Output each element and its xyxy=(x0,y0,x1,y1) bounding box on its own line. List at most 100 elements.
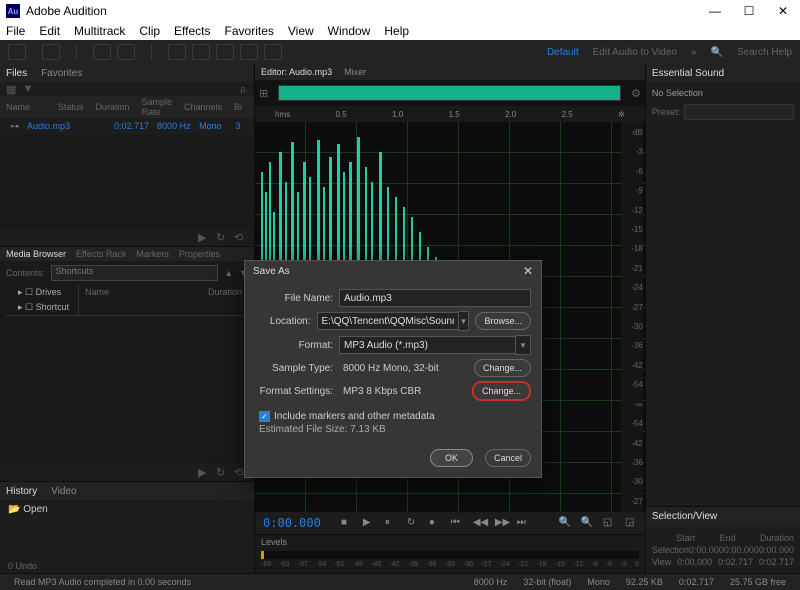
stop-button[interactable]: ■ xyxy=(341,517,353,529)
include-markers-checkbox[interactable]: ✓ xyxy=(259,411,270,422)
status-bitdepth: 32-bit (float) xyxy=(515,577,579,587)
workspace-default[interactable]: Default xyxy=(547,47,579,58)
col-duration[interactable]: Duration xyxy=(89,102,135,112)
files-toolbar-icon[interactable]: ▦ xyxy=(6,83,16,96)
drives-item[interactable]: ▸ ☐ Drives xyxy=(6,285,78,300)
contents-label: Contents: xyxy=(6,268,45,278)
app-title: Adobe Audition xyxy=(26,4,107,18)
chevron-down-icon[interactable]: ▼ xyxy=(458,311,470,331)
tab-properties[interactable]: Properties xyxy=(179,249,220,259)
right-column: Essential Sound No Selection Preset: Sel… xyxy=(645,64,800,573)
options-icon[interactable]: ⚙ xyxy=(627,87,645,100)
workspace-video[interactable]: Edit Audio to Video xyxy=(593,47,677,58)
menu-file[interactable]: File xyxy=(6,24,25,38)
location-input[interactable] xyxy=(317,312,459,330)
settings-icon[interactable]: ✲ xyxy=(618,110,625,119)
skip-fwd-button[interactable]: ⏭ xyxy=(517,517,529,529)
forward-button[interactable]: ▶▶ xyxy=(495,517,507,529)
menu-favorites[interactable]: Favorites xyxy=(225,24,274,38)
col-name[interactable]: Name xyxy=(0,102,52,112)
play-button[interactable]: ▶ xyxy=(363,517,375,529)
menu-window[interactable]: Window xyxy=(328,24,371,38)
loop-icon[interactable]: ↻ xyxy=(216,231,228,243)
zoom-tool-icon[interactable]: ◲ xyxy=(625,517,637,529)
col-samplerate[interactable]: Sample Rate xyxy=(135,97,178,117)
tab-markers[interactable]: Markers xyxy=(136,249,169,259)
menu-effects[interactable]: Effects xyxy=(174,24,210,38)
zoom-out-icon[interactable]: 🔍 xyxy=(581,517,593,529)
tool-icon[interactable] xyxy=(216,44,234,60)
tab-favorites[interactable]: Favorites xyxy=(41,68,82,79)
menu-help[interactable]: Help xyxy=(384,24,409,38)
up-icon[interactable]: ▲ xyxy=(224,268,233,278)
file-row[interactable]: ⊶ Audio.mp3 0:02.717 8000 Hz Mono 3 xyxy=(0,118,254,134)
chevron-down-icon[interactable]: ▼ xyxy=(515,335,531,355)
format-label: Format: xyxy=(255,340,339,351)
workspace-more-icon[interactable]: » xyxy=(691,47,697,58)
zoom-in-icon[interactable]: 🔍 xyxy=(559,517,571,529)
search-icon[interactable]: 🔍 xyxy=(711,47,723,58)
col-bitdepth[interactable]: Bi xyxy=(228,102,248,112)
cancel-button[interactable]: Cancel xyxy=(485,449,531,467)
tab-files[interactable]: Files xyxy=(6,68,27,79)
minimize-button[interactable]: — xyxy=(698,0,732,22)
rewind-button[interactable]: ◀◀ xyxy=(473,517,485,529)
play-icon[interactable]: ▶ xyxy=(198,466,210,478)
tab-mixer[interactable]: Mixer xyxy=(344,67,366,77)
tab-history[interactable]: History xyxy=(6,486,37,497)
tab-video[interactable]: Video xyxy=(51,486,76,497)
format-dropdown[interactable] xyxy=(339,336,516,354)
zoom-tool-icon[interactable]: ◱ xyxy=(603,517,615,529)
tab-effects-rack[interactable]: Effects Rack xyxy=(76,249,126,259)
auto-icon[interactable]: ⟲ xyxy=(234,231,246,243)
close-icon[interactable]: ✕ xyxy=(523,264,533,278)
tool-icon[interactable] xyxy=(168,44,186,60)
files-toolbar-icon[interactable]: ▼ xyxy=(22,83,33,95)
pause-button[interactable]: ⏸ xyxy=(385,517,397,529)
shortcut-item[interactable]: ▸ ☐ Shortcut xyxy=(6,300,78,315)
maximize-button[interactable]: ☐ xyxy=(732,0,766,22)
contents-dropdown[interactable]: Shortcuts xyxy=(51,265,219,281)
tool-icon[interactable] xyxy=(93,44,111,60)
tab-media-browser[interactable]: Media Browser xyxy=(6,249,66,259)
time-ruler[interactable]: hms 0.5 1.0 1.5 2.0 2.5 ✲ xyxy=(255,106,645,122)
tool-icon[interactable] xyxy=(117,44,135,60)
waveform-icon[interactable] xyxy=(8,44,26,60)
col-name[interactable]: Name xyxy=(79,285,202,315)
multitrack-icon[interactable] xyxy=(42,44,60,60)
status-channels: Mono xyxy=(579,577,618,587)
col-duration[interactable]: Duration xyxy=(202,285,248,315)
loop-icon[interactable]: ↻ xyxy=(216,466,228,478)
change-format-button[interactable]: Change... xyxy=(472,381,531,401)
browse-button[interactable]: Browse... xyxy=(475,312,531,330)
tab-essential-sound[interactable]: Essential Sound xyxy=(652,68,724,79)
filename-input[interactable] xyxy=(339,289,531,307)
loop-button[interactable]: ↻ xyxy=(407,517,419,529)
menu-clip[interactable]: Clip xyxy=(139,24,160,38)
tool-icon[interactable] xyxy=(264,44,282,60)
tab-editor[interactable]: Editor: Audio.mp3 xyxy=(261,67,332,77)
ok-button[interactable]: OK xyxy=(430,449,473,467)
menu-multitrack[interactable]: Multitrack xyxy=(74,24,125,38)
filter-icon[interactable]: ρ. xyxy=(240,84,248,94)
menu-view[interactable]: View xyxy=(288,24,314,38)
history-open[interactable]: Open xyxy=(23,504,47,515)
tool-icon[interactable] xyxy=(240,44,258,60)
timeline-overview[interactable]: ⊞ ⚙ xyxy=(255,80,645,106)
col-status[interactable]: Status xyxy=(52,102,90,112)
change-sample-button[interactable]: Change... xyxy=(474,359,531,377)
preset-dropdown[interactable] xyxy=(684,104,794,120)
search-placeholder[interactable]: Search Help xyxy=(737,47,792,58)
left-column: Files Favorites ▦ ▼ ρ. Name Status Durat… xyxy=(0,64,255,573)
close-button[interactable]: ✕ xyxy=(766,0,800,22)
col-channels[interactable]: Channels xyxy=(178,102,228,112)
zoom-icon[interactable]: ⊞ xyxy=(255,87,272,100)
play-icon[interactable]: ▶ xyxy=(198,231,210,243)
ruler-unit: hms xyxy=(275,110,290,119)
menu-edit[interactable]: Edit xyxy=(39,24,60,38)
sample-type-label: Sample Type: xyxy=(255,363,339,374)
tool-icon[interactable] xyxy=(192,44,210,60)
record-button[interactable]: ● xyxy=(429,517,441,529)
skip-back-button[interactable]: ⏮ xyxy=(451,517,463,529)
tab-selection-view[interactable]: Selection/View xyxy=(652,511,717,522)
